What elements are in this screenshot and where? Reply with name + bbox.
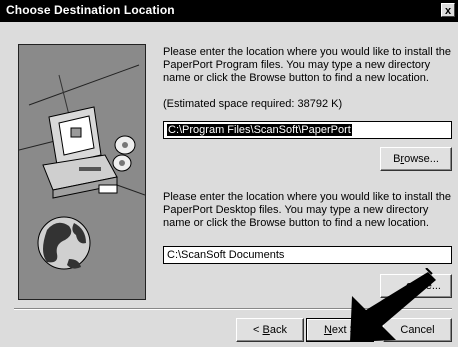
setup-dialog: Choose Destination Location x Please ent… [0,0,458,347]
program-browse-label: Browse... [393,153,439,165]
desktop-path-field[interactable]: C:\ScanSoft Documents [163,246,452,264]
title-bar[interactable]: Choose Destination Location x [0,0,458,22]
desktop-location-instructions: Please enter the location where you woul… [163,191,452,229]
program-browse-button[interactable]: Browse... [380,147,452,171]
back-button[interactable]: < Back [236,318,304,342]
globe-icon [37,216,91,270]
cd-icon [112,135,136,172]
program-path-value: C:\Program Files\ScanSoft\PaperPort [167,124,352,136]
close-button[interactable]: x [441,3,455,17]
program-path-field[interactable]: C:\Program Files\ScanSoft\PaperPort [163,121,452,139]
program-location-instructions: Please enter the location where you woul… [163,46,452,84]
setup-illustration [18,44,146,300]
pointer-arrow-icon [350,268,436,342]
computer-icon [42,106,118,199]
window-title: Choose Destination Location [6,3,175,17]
estimated-space-label: (Estimated space required: 38792 K) [163,98,343,110]
setup-artwork [19,64,145,270]
back-label: < Back [253,324,287,336]
desktop-path-value: C:\ScanSoft Documents [167,249,285,261]
